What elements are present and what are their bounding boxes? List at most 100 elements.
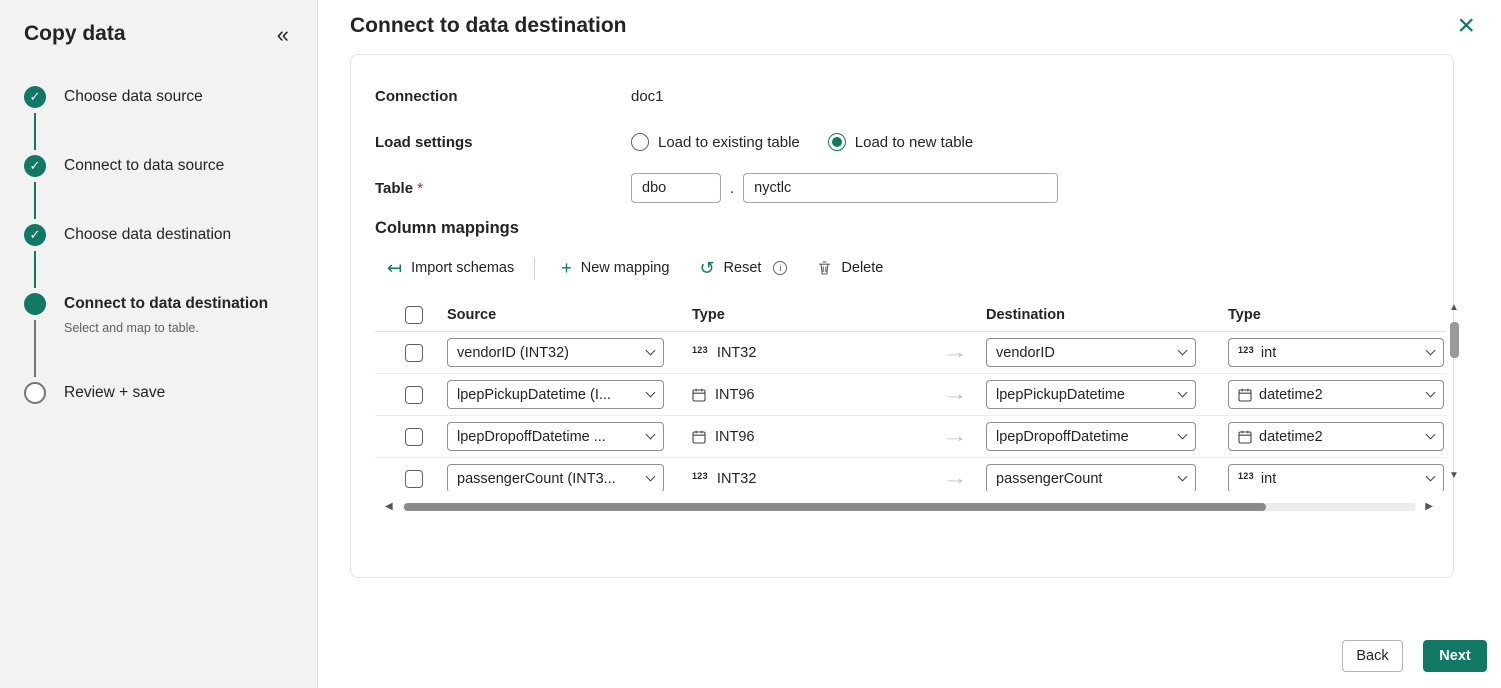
toolbar-divider (534, 257, 535, 280)
step-connect-data-destination[interactable]: Connect to data destination Select and m… (24, 293, 293, 382)
load-settings-label: Load settings (375, 134, 631, 151)
horizontal-scrollbar-thumb[interactable] (404, 503, 1266, 511)
step-choose-data-destination[interactable]: ✓ Choose data destination (24, 224, 293, 293)
row-checkbox[interactable] (405, 470, 423, 488)
schema-name-input[interactable] (631, 173, 721, 203)
destination-type-dropdown[interactable]: 123 int (1228, 464, 1444, 491)
wizard-stepper: ✓ Choose data source ✓ Connect to data s… (24, 86, 293, 451)
select-all-checkbox[interactable] (405, 306, 423, 324)
destination-settings-card: Connection doc1 Load settings Load to ex… (350, 54, 1454, 578)
chevron-down-icon (1178, 346, 1188, 356)
info-icon[interactable]: i (773, 261, 787, 275)
grid-header-row: Source Type Destination Type (375, 298, 1446, 332)
table-row: Table * . (375, 173, 1429, 203)
required-marker: * (417, 180, 423, 197)
check-icon: ✓ (30, 158, 41, 174)
row-checkbox[interactable] (405, 428, 423, 446)
destination-type-dropdown[interactable]: 123 int (1228, 338, 1444, 367)
radio-unselected-icon (631, 133, 649, 151)
back-button[interactable]: Back (1342, 640, 1403, 672)
mapping-arrow-icon: → (942, 342, 986, 364)
chevron-down-icon (1426, 472, 1436, 482)
step-complete-icon: ✓ (24, 224, 46, 246)
calendar-icon (1238, 388, 1252, 402)
check-icon: ✓ (30, 89, 41, 105)
delete-button[interactable]: Delete (811, 256, 889, 280)
connection-value: doc1 (631, 88, 664, 105)
calendar-icon (1238, 430, 1252, 444)
wizard-sidebar: Copy data « ✓ Choose data source ✓ Conne… (0, 0, 318, 688)
step-active-icon (24, 293, 46, 315)
chevron-down-icon (1426, 388, 1436, 398)
main-panel: Connect to data destination × Connection… (319, 0, 1501, 688)
destination-column-dropdown[interactable]: lpepPickupDatetime (986, 380, 1196, 409)
new-mapping-button[interactable]: + New mapping (555, 255, 675, 281)
mapping-row: vendorID (INT32) 123 INT32 → vendorID (375, 332, 1446, 374)
reset-button[interactable]: ↺ Reset i (693, 255, 793, 281)
step-complete-icon: ✓ (24, 86, 46, 108)
radio-load-existing-table[interactable]: Load to existing table (631, 133, 800, 151)
destination-type-dropdown[interactable]: datetime2 (1228, 380, 1444, 409)
connection-row: Connection doc1 (375, 81, 1429, 111)
mapping-row: lpepDropoffDatetime ... INT96 → lpepDr (375, 416, 1446, 458)
scroll-left-icon[interactable]: ◀ (385, 501, 393, 513)
vertical-scrollbar[interactable]: ▲ ▼ (1447, 302, 1461, 482)
schema-table-separator: . (730, 180, 734, 197)
mapping-arrow-icon: → (942, 384, 986, 406)
mapping-arrow-icon: → (942, 426, 986, 448)
source-type-cell: 123 INT32 (692, 471, 942, 487)
source-column-dropdown[interactable]: vendorID (INT32) (447, 338, 664, 367)
step-description: Select and map to table. (64, 321, 293, 335)
import-schemas-icon: ↤ (387, 259, 402, 277)
vertical-scrollbar-thumb[interactable] (1450, 322, 1459, 358)
number-type-icon: 123 (692, 471, 708, 481)
scroll-up-icon[interactable]: ▲ (1449, 302, 1459, 314)
wizard-footer: Back Next (1342, 640, 1487, 672)
row-checkbox[interactable] (405, 386, 423, 404)
chevron-down-icon (1178, 472, 1188, 482)
sidebar-header: Copy data « (24, 22, 293, 48)
close-icon[interactable]: × (1453, 14, 1479, 38)
radio-load-new-table[interactable]: Load to new table (828, 133, 973, 151)
destination-column-dropdown[interactable]: vendorID (986, 338, 1196, 367)
destination-column-header: Destination (986, 307, 1196, 323)
horizontal-scrollbar[interactable]: ◀ ▶ (385, 500, 1433, 514)
calendar-icon (692, 430, 706, 444)
destination-type-dropdown[interactable]: datetime2 (1228, 422, 1444, 451)
chevron-down-icon (646, 430, 656, 440)
plus-icon: + (561, 259, 572, 277)
mapping-row: passengerCount (INT3... 123 INT32 → pass… (375, 458, 1446, 491)
trash-icon (817, 260, 832, 276)
mappings-grid-viewport: Source Type Destination Type vendorID (I… (375, 298, 1446, 491)
source-column-dropdown[interactable]: lpepDropoffDatetime ... (447, 422, 664, 451)
source-type-cell: 123 INT32 (692, 345, 942, 361)
reset-icon: ↺ (699, 259, 714, 277)
source-column-dropdown[interactable]: lpepPickupDatetime (I... (447, 380, 664, 409)
vertical-scrollbar-track[interactable] (1447, 314, 1461, 470)
mappings-grid: Source Type Destination Type vendorID (I… (375, 298, 1463, 514)
number-type-icon: 123 (1238, 471, 1254, 481)
connection-label: Connection (375, 88, 631, 105)
wizard-title: Copy data (24, 22, 126, 46)
row-checkbox[interactable] (405, 344, 423, 362)
scroll-down-icon[interactable]: ▼ (1449, 470, 1459, 482)
check-icon: ✓ (30, 227, 41, 243)
table-name-inputs: . (631, 173, 1058, 203)
next-button[interactable]: Next (1423, 640, 1487, 672)
page-title: Connect to data destination (350, 14, 627, 38)
destination-column-dropdown[interactable]: lpepDropoffDatetime (986, 422, 1196, 451)
load-settings-options: Load to existing table Load to new table (631, 133, 1001, 151)
step-review-save[interactable]: Review + save (24, 382, 293, 451)
collapse-sidebar-button[interactable]: « (273, 22, 293, 48)
step-pending-icon (24, 382, 46, 404)
import-schemas-button[interactable]: ↤ Import schemas (381, 255, 520, 281)
scroll-right-icon[interactable]: ▶ (1425, 501, 1433, 513)
step-choose-data-source[interactable]: ✓ Choose data source (24, 86, 293, 155)
step-connect-data-source[interactable]: ✓ Connect to data source (24, 155, 293, 224)
horizontal-scrollbar-track[interactable] (402, 503, 1417, 511)
source-column-header: Source (447, 307, 664, 323)
source-column-dropdown[interactable]: passengerCount (INT3... (447, 464, 664, 491)
chevron-down-icon (1178, 388, 1188, 398)
table-name-input[interactable] (743, 173, 1058, 203)
destination-column-dropdown[interactable]: passengerCount (986, 464, 1196, 491)
